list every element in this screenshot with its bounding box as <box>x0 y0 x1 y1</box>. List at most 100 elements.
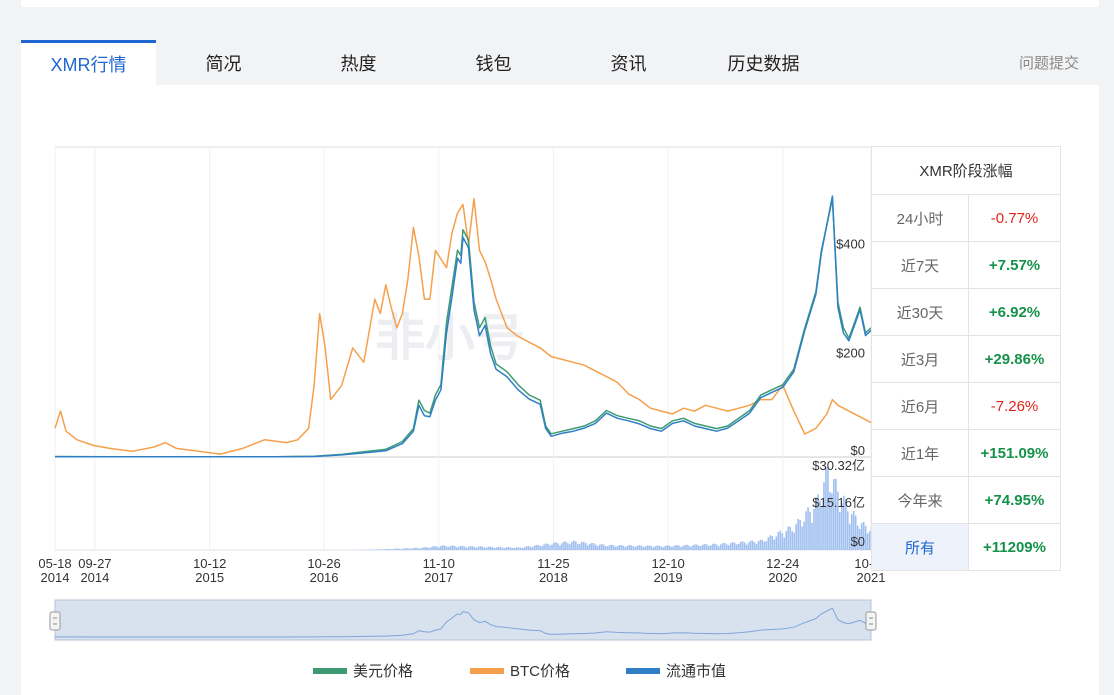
volume-bar <box>422 547 424 550</box>
period-row[interactable]: 近6月 -7.26% <box>871 382 1061 430</box>
volume-bar <box>658 545 660 550</box>
volume-tick-label: $30.32亿 <box>812 458 865 473</box>
volume-bar <box>626 545 629 550</box>
period-value: +74.95% <box>968 476 1061 524</box>
volume-bar <box>866 533 869 550</box>
volume-bar <box>708 546 710 550</box>
volume-bar <box>398 548 400 550</box>
volume-bar <box>733 542 736 550</box>
navigator-handle-right[interactable] <box>865 611 877 631</box>
volume-bar <box>590 542 593 550</box>
volume-bar <box>531 547 533 550</box>
legend-label: 美元价格 <box>353 663 414 680</box>
volume-bar <box>719 544 722 550</box>
volume-bar <box>606 546 609 550</box>
volume-bar <box>813 509 815 550</box>
period-label[interactable]: 近3月 <box>871 335 969 383</box>
volume-bar <box>386 548 389 550</box>
period-label[interactable]: 近1年 <box>871 429 969 477</box>
volume-bar <box>430 547 432 550</box>
volume-bar <box>559 545 561 550</box>
period-value: +151.09% <box>968 429 1061 477</box>
volume-bar <box>527 546 529 550</box>
y-tick-label: $200 <box>836 346 865 361</box>
period-label[interactable]: 今年来 <box>871 476 969 524</box>
volume-bar <box>706 544 708 550</box>
volume-bar <box>634 546 637 550</box>
period-value: +11209% <box>968 523 1061 571</box>
volume-bar <box>582 541 585 550</box>
volume-bar <box>384 549 387 550</box>
volume-bar <box>418 548 420 550</box>
x-tick-year-label: 2014 <box>41 570 70 585</box>
volume-bar <box>477 546 480 550</box>
volume-bar <box>491 547 494 550</box>
volume-bar <box>743 542 746 550</box>
volume-bar <box>388 548 391 550</box>
volume-bar <box>676 545 678 550</box>
volume-bar <box>727 545 730 550</box>
volume-bar <box>696 544 698 550</box>
volume-bar <box>400 549 402 550</box>
period-row[interactable]: 近7天 +7.57% <box>871 241 1061 289</box>
period-label[interactable]: 所有 <box>871 523 969 571</box>
volume-bar <box>753 542 756 550</box>
volume-bar <box>539 545 541 550</box>
volume-bar <box>436 546 438 550</box>
volume-bar <box>495 547 498 550</box>
period-label[interactable]: 近6月 <box>871 382 969 430</box>
legend-usd[interactable]: 美元价格 <box>313 660 413 681</box>
volume-bar <box>473 547 476 550</box>
volume-bar <box>694 544 696 550</box>
volume-bar <box>704 543 706 550</box>
period-row[interactable]: 24小时 -0.77% <box>871 194 1061 242</box>
period-row[interactable]: 今年来 +74.95% <box>871 476 1061 524</box>
legend-swatch <box>470 667 504 674</box>
volume-bar <box>785 530 788 550</box>
volume-bar <box>459 545 462 550</box>
volume-bar <box>811 522 813 550</box>
volume-bar <box>759 539 762 550</box>
volume-bar <box>692 545 694 550</box>
volume-bar <box>864 525 867 550</box>
volume-bar <box>475 547 478 550</box>
legend-swatch <box>313 667 347 674</box>
volume-bar <box>588 544 591 550</box>
legend-mcap[interactable]: 流通市值 <box>626 660 726 681</box>
volume-bar <box>823 482 825 550</box>
volume-bar <box>793 532 795 550</box>
legend-btc[interactable]: BTC价格 <box>470 660 570 681</box>
x-tick-year-label: 2017 <box>424 570 453 585</box>
period-label[interactable]: 近30天 <box>871 288 969 336</box>
period-row[interactable]: 近3月 +29.86% <box>871 335 1061 383</box>
volume-bar <box>461 545 464 550</box>
volume-bar <box>513 548 516 550</box>
watermark-text: 非小号 <box>375 310 525 366</box>
period-value: +7.57% <box>968 241 1061 289</box>
x-tick-label: 10-12 <box>193 556 226 571</box>
volume-bar <box>735 544 738 550</box>
volume-bar <box>846 511 849 550</box>
volume-bar <box>410 548 412 550</box>
volume-bar <box>779 530 782 550</box>
volume-bar <box>688 545 690 550</box>
volume-bar <box>382 549 385 550</box>
volume-bar <box>444 545 446 550</box>
volume-bar <box>690 546 692 550</box>
legend-label: 流通市值 <box>666 663 727 680</box>
navigator-handle-left[interactable] <box>49 611 61 631</box>
period-row[interactable]: 所有 +11209% <box>871 523 1061 571</box>
period-label[interactable]: 24小时 <box>871 194 969 242</box>
volume-bar <box>380 549 383 550</box>
volume-bar <box>426 547 428 550</box>
volume-bar <box>680 546 682 550</box>
volume-bar <box>499 546 502 550</box>
period-label[interactable]: 近7天 <box>871 241 969 289</box>
volume-bar <box>777 531 780 550</box>
period-row[interactable]: 近1年 +151.09% <box>871 429 1061 477</box>
volume-bar <box>801 526 803 550</box>
period-row[interactable]: 近30天 +6.92% <box>871 288 1061 336</box>
volume-bar <box>489 546 492 550</box>
volume-bar <box>440 546 442 550</box>
x-tick-year-label: 2020 <box>768 570 797 585</box>
